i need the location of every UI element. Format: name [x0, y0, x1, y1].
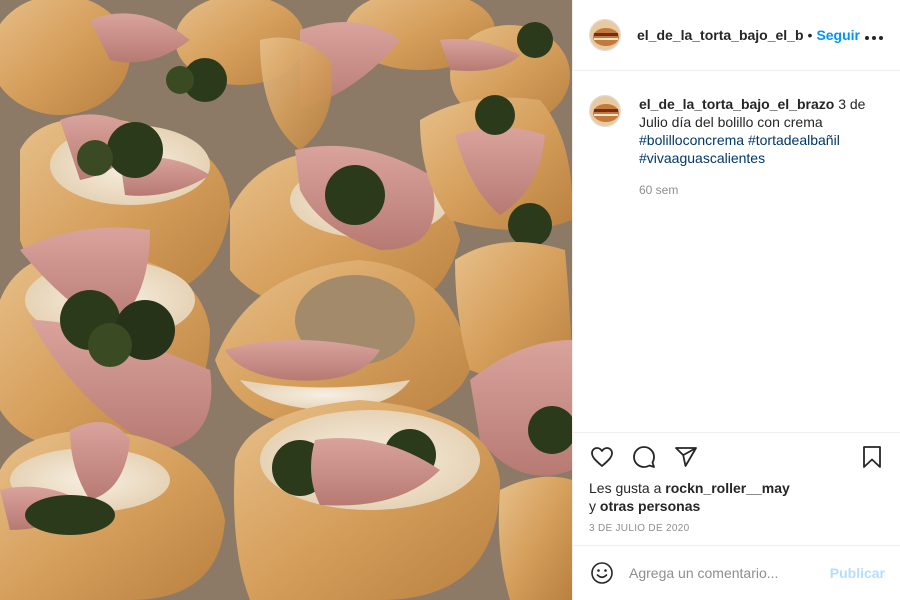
- comment-form: Publicar: [573, 545, 900, 600]
- hashtag-link[interactable]: #bolilloconcrema: [639, 132, 744, 148]
- smiley-icon[interactable]: [589, 560, 615, 586]
- likes-middle: y: [589, 498, 600, 514]
- caption-body: el_de_la_torta_bajo_el_brazo 3 de Julio …: [639, 95, 869, 199]
- sandwich-photo-illustration: [0, 0, 572, 600]
- publish-button[interactable]: Publicar: [830, 565, 885, 581]
- follow-button[interactable]: Seguir: [816, 27, 860, 43]
- comment-icon[interactable]: [631, 444, 657, 470]
- likes-user-link[interactable]: rockn_roller__may: [665, 480, 790, 496]
- paper-plane-icon[interactable]: [673, 444, 699, 470]
- comment-input[interactable]: [629, 565, 819, 581]
- likes-others-link[interactable]: otras personas: [600, 498, 700, 514]
- post-actions-section: Les gusta a rockn_roller__may y otras pe…: [573, 432, 900, 534]
- hashtag-link[interactable]: #vivaaguascalientes: [639, 150, 765, 166]
- avatar[interactable]: [589, 19, 621, 51]
- more-horizontal-icon[interactable]: [864, 25, 884, 46]
- hashtag-link[interactable]: #tortadealbañil: [748, 132, 840, 148]
- header-username[interactable]: el_de_la_torta_bajo_el_b: [637, 27, 804, 43]
- post-date[interactable]: 3 DE JULIO DE 2020: [573, 523, 900, 534]
- header-separator: •: [807, 27, 813, 43]
- likes-prefix: Les gusta a: [589, 480, 666, 496]
- post-header: el_de_la_torta_bajo_el_b • Seguir: [573, 0, 900, 71]
- likes-summary: Les gusta a rockn_roller__may y otras pe…: [573, 479, 813, 515]
- caption-age[interactable]: 60 sem: [639, 181, 869, 199]
- caption-username[interactable]: el_de_la_torta_bajo_el_brazo: [639, 96, 834, 112]
- post-caption: el_de_la_torta_bajo_el_brazo 3 de Julio …: [573, 71, 900, 199]
- action-bar: [573, 433, 900, 481]
- bookmark-icon[interactable]: [859, 444, 885, 470]
- post-side-panel: el_de_la_torta_bajo_el_b • Seguir el_de_…: [572, 0, 900, 600]
- caption-avatar[interactable]: [589, 95, 621, 127]
- post-photo[interactable]: [0, 0, 572, 600]
- heart-icon[interactable]: [589, 444, 615, 470]
